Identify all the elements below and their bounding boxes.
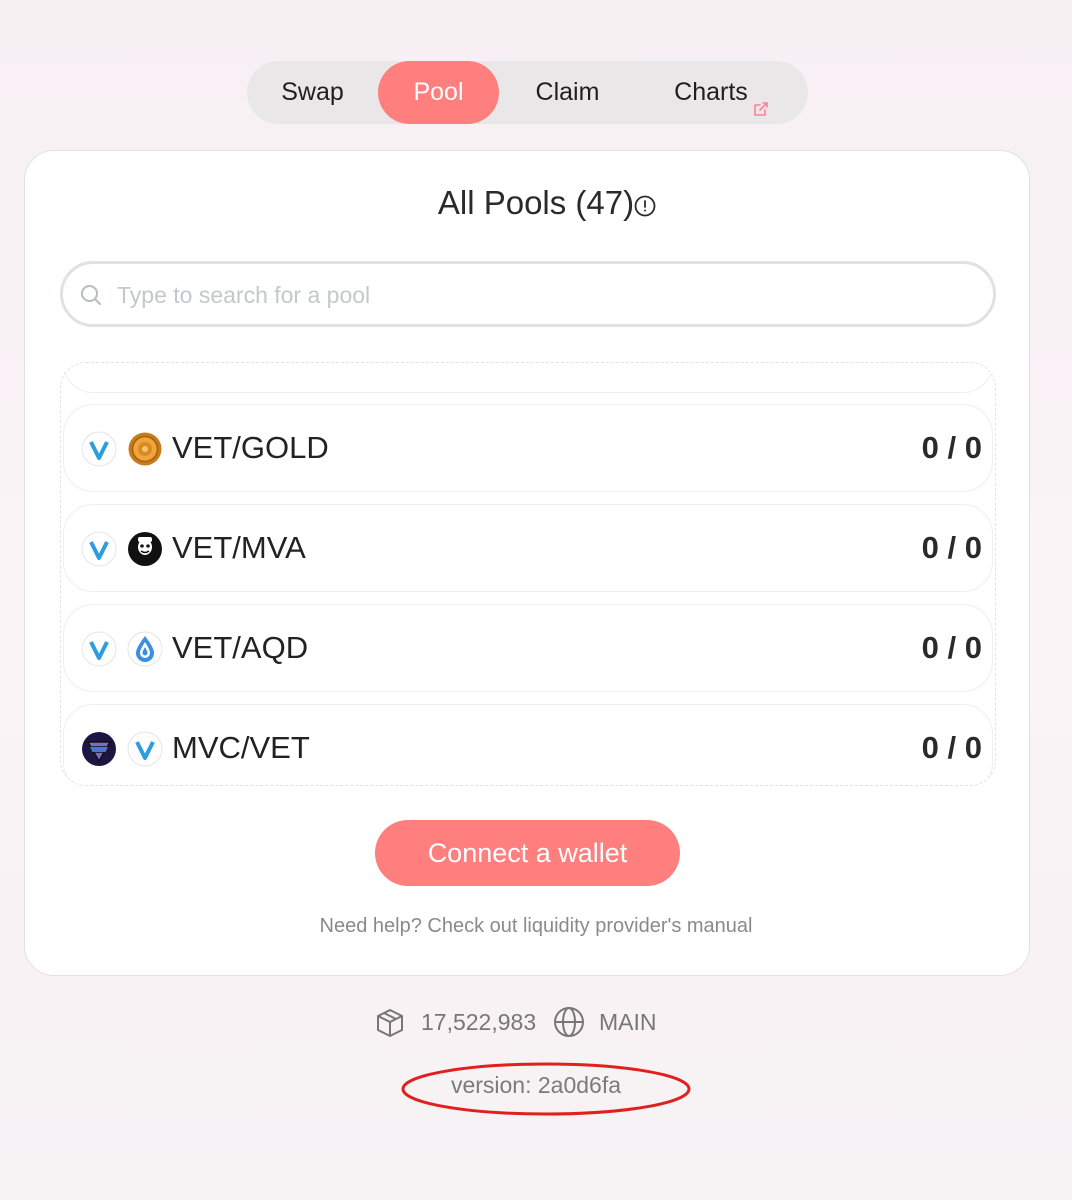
pool-amount: 0 / 0 xyxy=(921,530,982,565)
nav-tabs: Swap Pool Claim Charts xyxy=(247,61,808,124)
help-link[interactable]: Need help? Check out liquidity provider'… xyxy=(0,915,1072,938)
vet-icon xyxy=(127,731,163,772)
pool-amount: 0 / 0 xyxy=(921,430,982,465)
aqd-icon xyxy=(127,631,163,672)
tab-pool[interactable]: Pool xyxy=(378,61,499,124)
list-item-partial[interactable] xyxy=(63,363,993,393)
pool-pair: VET/AQD xyxy=(172,630,309,665)
search-field[interactable] xyxy=(60,261,996,327)
pool-pair: MVC/VET xyxy=(172,730,310,765)
vet-icon xyxy=(81,431,117,472)
search-icon xyxy=(79,283,103,312)
search-input[interactable] xyxy=(115,276,959,314)
pool-list[interactable]: VET/GOLD 0 / 0 VET/MVA 0 / 0 VET/AQD 0 /… xyxy=(60,362,996,786)
pool-row[interactable]: VET/AQD 0 / 0 xyxy=(63,604,993,692)
status-footer: 17,522,983 MAIN xyxy=(0,1003,1072,1043)
pool-row[interactable]: VET/GOLD 0 / 0 xyxy=(63,404,993,492)
connect-wallet-button[interactable]: Connect a wallet xyxy=(375,820,680,886)
pool-amount: 0 / 0 xyxy=(921,630,982,665)
info-icon[interactable] xyxy=(633,194,657,223)
external-link-icon xyxy=(752,79,770,142)
tab-swap[interactable]: Swap xyxy=(247,61,378,124)
page-title: All Pools (47) xyxy=(437,184,635,221)
globe-icon xyxy=(552,1005,586,1044)
gold-icon xyxy=(127,431,163,472)
network-label: MAIN xyxy=(599,1009,657,1035)
block-number: 17,522,983 xyxy=(421,1009,537,1035)
tab-charts-label: Charts xyxy=(674,78,748,106)
annotation-ellipse xyxy=(401,1062,691,1116)
cube-icon xyxy=(374,1007,406,1044)
tab-charts[interactable]: Charts xyxy=(636,61,808,124)
mva-icon xyxy=(127,531,163,572)
pool-row[interactable]: VET/MVA 0 / 0 xyxy=(63,504,993,592)
pool-pair: VET/GOLD xyxy=(172,430,329,465)
pool-amount: 0 / 0 xyxy=(921,730,982,765)
vet-icon xyxy=(81,531,117,572)
mvc-icon xyxy=(81,731,117,772)
tab-claim[interactable]: Claim xyxy=(499,61,636,124)
pool-row[interactable]: MVC/VET 0 / 0 xyxy=(63,704,993,785)
vet-icon xyxy=(81,631,117,672)
pool-pair: VET/MVA xyxy=(172,530,306,565)
